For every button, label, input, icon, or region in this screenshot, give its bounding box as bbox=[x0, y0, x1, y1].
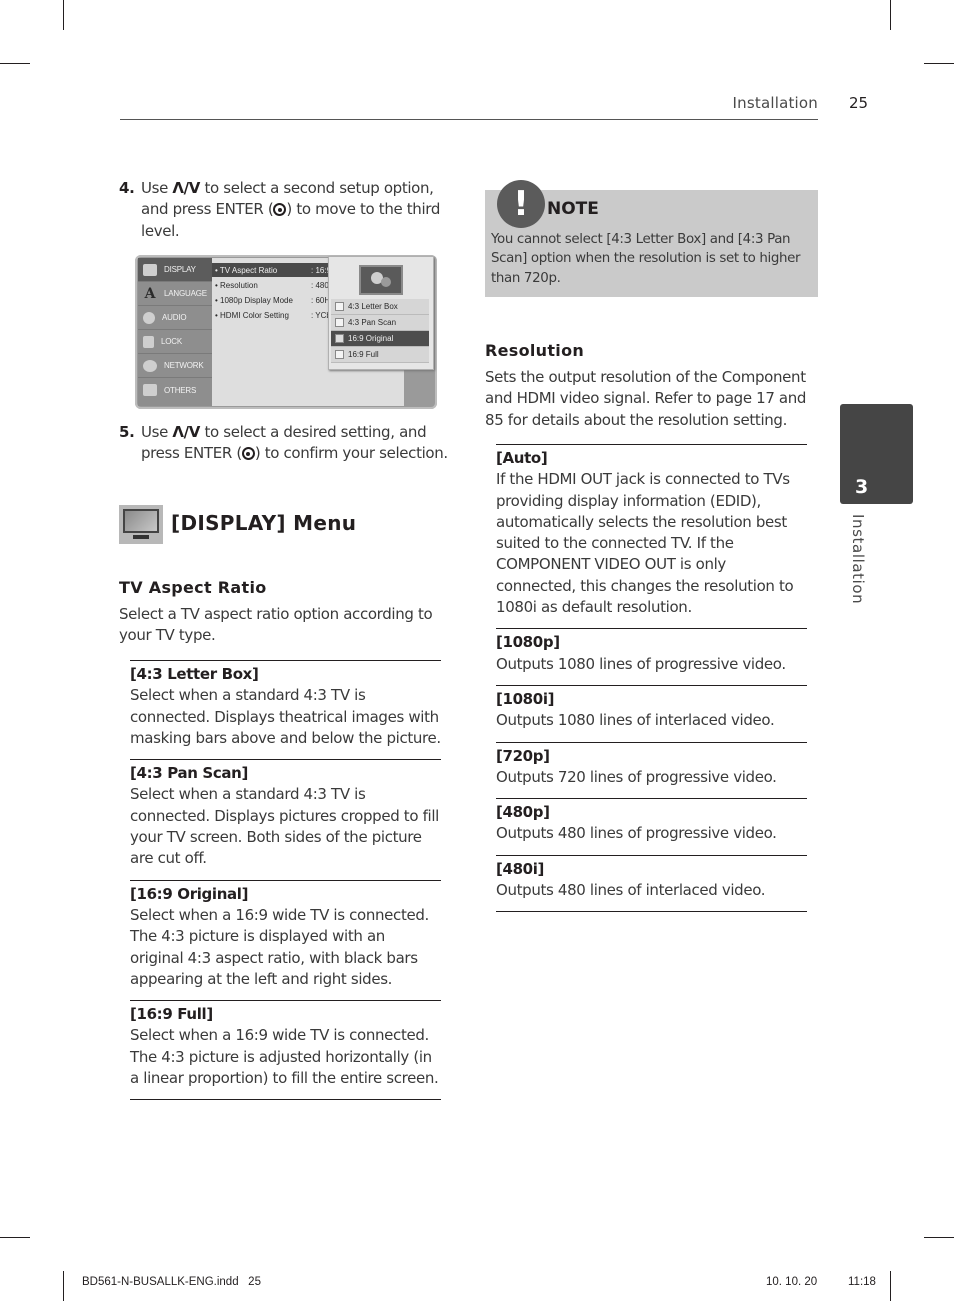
step-number: 4. bbox=[119, 179, 135, 197]
option-480p: [480p] Outputs 480 lines of progressive … bbox=[496, 798, 807, 855]
setup-menu-screenshot: DISPLAY A LANGUAGE AUDIO LOCK NETWORK OT… bbox=[135, 255, 437, 409]
page-number: 25 bbox=[849, 94, 869, 112]
aspect-ratio-popup: 4:3 Letter Box 4:3 Pan Scan 16:9 Origina… bbox=[328, 256, 434, 370]
option-4-3-letter-box: [4:3 Letter Box] Select when a standard … bbox=[130, 660, 441, 759]
option-720p: [720p] Outputs 720 lines of progressive … bbox=[496, 741, 807, 799]
sidebar-item-others: OTHERS bbox=[138, 378, 212, 402]
crop-mark-bottom-left bbox=[63, 1271, 64, 1301]
others-icon bbox=[143, 384, 157, 396]
chapter-label: Installation bbox=[849, 514, 867, 605]
popup-choice-4-3-pan-scan: 4:3 Pan Scan bbox=[331, 315, 429, 331]
popup-choice-16-9-original: 16:9 Original bbox=[331, 331, 429, 347]
option-4-3-pan-scan: [4:3 Pan Scan] Select when a standard 4:… bbox=[130, 759, 441, 879]
step-4: 4. Use Λ/V to select a second setup opti… bbox=[119, 179, 441, 240]
popup-choice-16-9-full: 16:9 Full bbox=[331, 347, 429, 363]
divider bbox=[130, 1099, 441, 1101]
audio-icon bbox=[143, 311, 155, 324]
sidebar-item-language: A LANGUAGE bbox=[138, 282, 212, 306]
crop-mark-top-right bbox=[890, 0, 891, 30]
aspect-ratio-options: [4:3 Letter Box] Select when a standard … bbox=[130, 660, 441, 1101]
option-1080i: [1080i] Outputs 1080 lines of interlaced… bbox=[496, 684, 807, 742]
tv-aspect-ratio-intro: Select a TV aspect ratio option accordin… bbox=[119, 605, 433, 645]
popup-choice-4-3-letter-box: 4:3 Letter Box bbox=[331, 299, 429, 315]
footer-time: 11:18 bbox=[848, 1276, 876, 1288]
option-1080p: [1080p] Outputs 1080 lines of progressiv… bbox=[496, 628, 807, 685]
sidebar-item-audio: AUDIO bbox=[138, 306, 212, 330]
checkbox-icon bbox=[335, 350, 344, 359]
note-text: You cannot select [4:3 Letter Box] and [… bbox=[491, 232, 801, 286]
option-480i: [480i] Outputs 480 lines of interlaced v… bbox=[496, 854, 807, 912]
up-down-arrow-icon: Λ/V bbox=[172, 423, 201, 441]
step-5: 5. Use Λ/V to select a desired setting, … bbox=[119, 423, 448, 463]
note-title: NOTE bbox=[547, 199, 599, 219]
option-16-9-full: [16:9 Full] Select when a 16:9 wide TV i… bbox=[130, 1000, 441, 1099]
resolution-intro: Sets the output resolution of the Compon… bbox=[485, 368, 807, 429]
crop-mark-left-upper bbox=[0, 63, 30, 64]
sidebar-item-network: NETWORK bbox=[138, 354, 212, 378]
enter-button-icon bbox=[241, 447, 255, 461]
header-rule bbox=[120, 119, 818, 120]
resolution-heading: Resolution bbox=[485, 341, 585, 360]
tv-aspect-ratio-heading: TV Aspect Ratio bbox=[119, 578, 267, 597]
chapter-tab bbox=[840, 404, 913, 504]
resolution-options: [Auto] If the HDMI OUT jack is connected… bbox=[496, 444, 807, 913]
checkbox-icon bbox=[335, 302, 344, 311]
network-icon bbox=[143, 359, 157, 372]
footer-file-name: BD561-N-BUSALLK-ENG.indd 25 bbox=[82, 1276, 261, 1288]
crop-mark-bottom-right bbox=[890, 1271, 891, 1301]
crop-mark-left-lower bbox=[0, 1237, 30, 1238]
enter-button-icon bbox=[273, 203, 287, 217]
checkbox-checked-icon bbox=[335, 334, 344, 343]
language-icon: A bbox=[144, 285, 156, 302]
section-title: [DISPLAY] Menu bbox=[171, 511, 357, 535]
preview-thumbnail bbox=[359, 265, 403, 295]
crop-mark-top-left bbox=[63, 0, 64, 30]
crop-mark-right-lower bbox=[924, 1237, 954, 1238]
footer-date: 10. 10. 20 bbox=[766, 1276, 818, 1288]
display-tv-icon bbox=[119, 505, 163, 544]
lock-icon bbox=[143, 335, 154, 348]
step-number: 5. bbox=[119, 423, 135, 441]
display-icon bbox=[143, 263, 157, 276]
exclamation-icon: ! bbox=[497, 180, 545, 228]
menu-sidebar: DISPLAY A LANGUAGE AUDIO LOCK NETWORK OT… bbox=[138, 258, 212, 406]
up-down-arrow-icon: Λ/V bbox=[172, 179, 201, 197]
option-16-9-original: [16:9 Original] Select when a 16:9 wide … bbox=[130, 879, 441, 1000]
option-auto: [Auto] If the HDMI OUT jack is connected… bbox=[496, 444, 807, 628]
divider bbox=[496, 911, 807, 913]
sidebar-item-display: DISPLAY bbox=[138, 258, 212, 282]
chapter-number: 3 bbox=[855, 476, 869, 498]
sidebar-item-lock: LOCK bbox=[138, 330, 212, 354]
crop-mark-right-upper bbox=[924, 63, 954, 64]
checkbox-icon bbox=[335, 318, 344, 327]
running-header-section: Installation bbox=[732, 94, 818, 112]
